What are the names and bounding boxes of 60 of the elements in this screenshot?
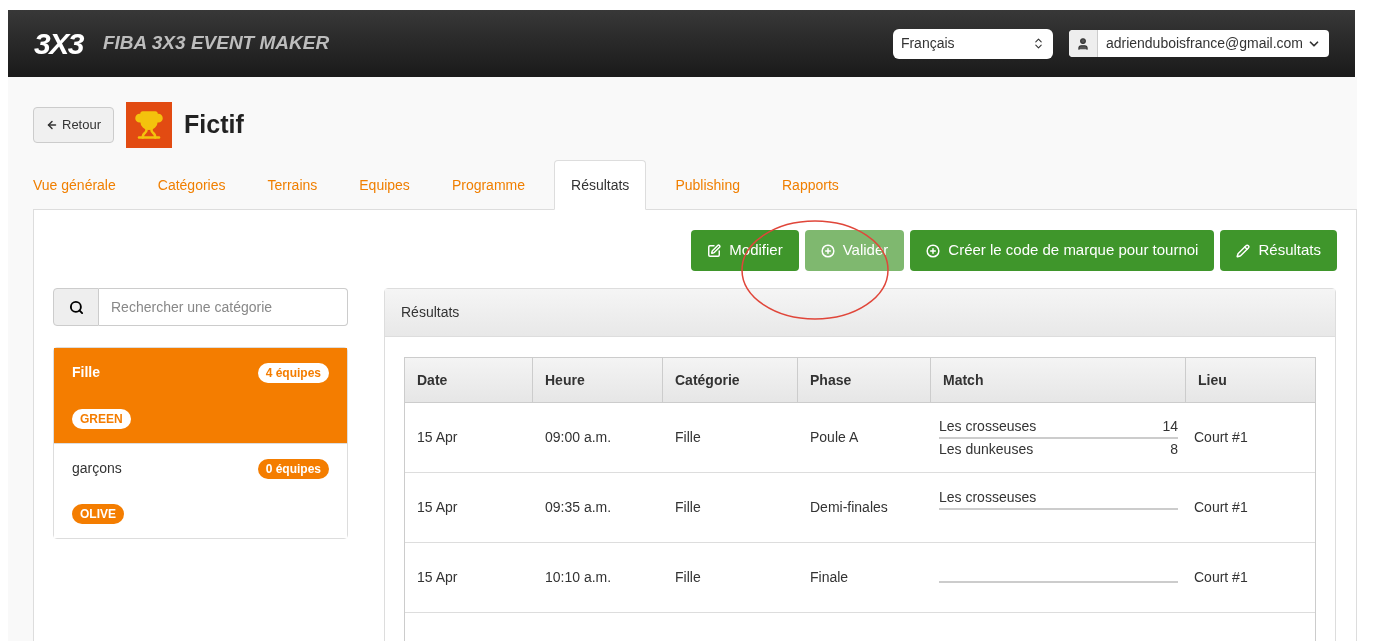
app-title: FIBA 3X3 EVENT MAKER bbox=[102, 31, 330, 56]
panel-title: Résultats bbox=[401, 303, 460, 322]
arrow-left-icon bbox=[46, 119, 58, 131]
tab[interactable]: Publishing bbox=[654, 160, 761, 210]
tab[interactable]: Catégories bbox=[136, 160, 247, 210]
column-header: Catégorie bbox=[663, 358, 798, 402]
tab[interactable]: Rapports bbox=[761, 160, 860, 210]
table-cell-text: Court #1 bbox=[1194, 428, 1248, 447]
team-count-badge: 0 équipes bbox=[257, 458, 329, 479]
logo: 3X3 bbox=[34, 26, 83, 62]
action-button[interactable]: Créer le code de marque pour tournoi bbox=[910, 230, 1215, 271]
table-cell-text: Fille bbox=[675, 428, 701, 447]
user-icon bbox=[1075, 36, 1090, 51]
table-cell-text: Court #1 bbox=[1194, 568, 1248, 587]
category-name: garçons bbox=[72, 459, 122, 478]
table-cell-text: 15 Apr bbox=[417, 568, 458, 587]
table-cell-text: Demi-finales bbox=[810, 498, 888, 517]
team-name: Les crosseuses bbox=[939, 416, 1037, 436]
edit-icon bbox=[707, 243, 722, 258]
category-name: Fille bbox=[72, 363, 100, 382]
table-cell-text: Poule A bbox=[810, 428, 859, 447]
tab[interactable]: Programme bbox=[430, 160, 546, 210]
team-score: 8 bbox=[1170, 439, 1178, 459]
table-cell-text: 10:10 a.m. bbox=[545, 568, 612, 587]
tab[interactable]: Terrains bbox=[246, 160, 339, 210]
search-icon bbox=[68, 299, 84, 315]
category-item[interactable]: Fille 4 équipes GREEN bbox=[54, 348, 347, 443]
plus-circle-icon bbox=[820, 243, 835, 258]
column-header: Heure bbox=[533, 358, 663, 402]
category-item[interactable]: garçons 0 équipes OLIVE bbox=[54, 443, 347, 538]
team-name: Les dunkeuses bbox=[939, 439, 1034, 459]
category-tag: OLIVE bbox=[72, 504, 124, 524]
user-menu[interactable]: adrienduboisfrance@gmail.com bbox=[1068, 30, 1329, 57]
action-button[interactable]: Résultats bbox=[1220, 230, 1337, 271]
back-button[interactable]: Retour bbox=[33, 107, 115, 143]
event-title: Fictif bbox=[184, 109, 244, 141]
category-tag: GREEN bbox=[72, 409, 131, 429]
column-header: Lieu bbox=[1197, 370, 1228, 390]
table-cell-text: Fille bbox=[675, 498, 701, 517]
table-cell-text: 15 Apr bbox=[417, 498, 458, 517]
table-cell-text: Court #1 bbox=[1194, 498, 1248, 517]
pencil-icon bbox=[1236, 243, 1251, 258]
tab[interactable]: Résultats bbox=[554, 160, 647, 210]
table-cell-text: Fille bbox=[675, 568, 701, 587]
column-header: Phase bbox=[798, 358, 931, 402]
team-name: Les crosseuses bbox=[939, 488, 1037, 507]
table-cell-text: 09:35 a.m. bbox=[545, 498, 612, 517]
tab[interactable]: Vue générale bbox=[33, 160, 137, 210]
table-cell-text: 15 Apr bbox=[417, 428, 458, 447]
search-field[interactable]: Rechercher une catégorie bbox=[99, 288, 348, 326]
plus-circle-icon bbox=[926, 243, 941, 258]
table-cell-text: Finale bbox=[810, 568, 849, 587]
trophy-icon bbox=[126, 102, 173, 148]
table-cell-text: 09:00 a.m. bbox=[545, 428, 612, 447]
column-header: Date bbox=[405, 358, 533, 402]
column-header: Match bbox=[931, 358, 1186, 402]
tab[interactable]: Equipes bbox=[338, 160, 431, 210]
language-select[interactable]: Français bbox=[892, 28, 1053, 59]
team-score: 14 bbox=[1162, 416, 1178, 436]
team-count-badge: 4 équipes bbox=[257, 362, 329, 383]
